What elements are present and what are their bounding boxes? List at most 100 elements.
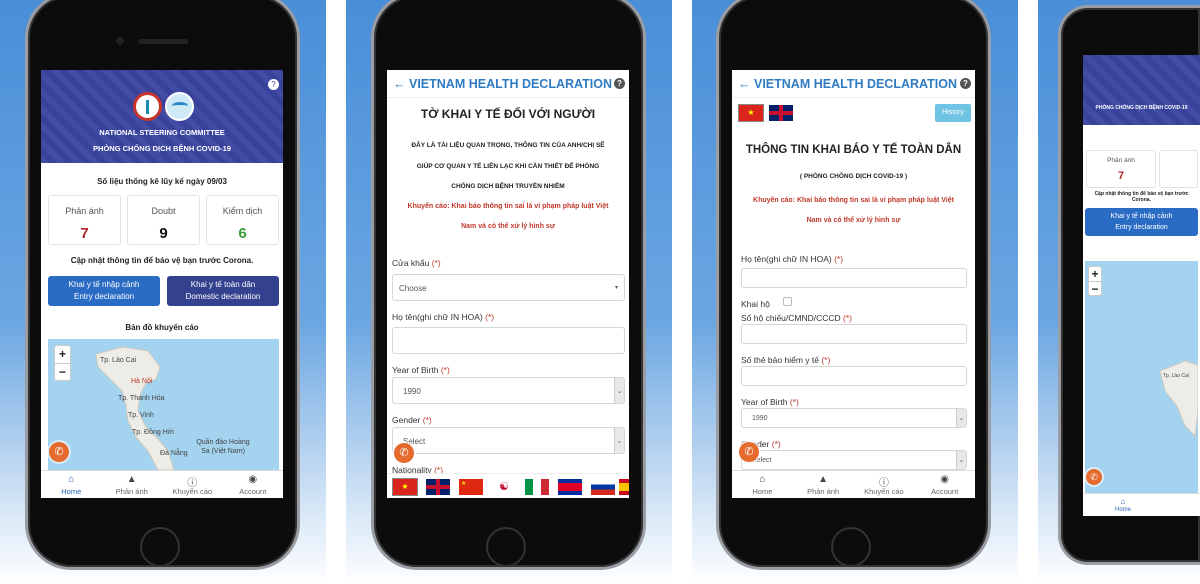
committee-logo (165, 92, 194, 121)
zoom-in-button[interactable]: + (1089, 267, 1101, 281)
name-input[interactable] (741, 268, 967, 288)
user-circle-icon: ◉ (248, 474, 258, 485)
yob-label: Year of Birth (*) (741, 397, 799, 407)
camera (116, 37, 124, 45)
user-circle-icon: ◉ (940, 474, 949, 485)
gender-select[interactable]: Select ⌄ (741, 450, 967, 470)
tab-home[interactable]: ⌂ Home (41, 471, 102, 498)
stat-doubt (1159, 150, 1198, 188)
entry-declaration-button[interactable]: Khai y tế nhập cảnh Entry declaration (48, 276, 160, 306)
gender-label: Gender (*) (392, 415, 432, 425)
border-gate-label: Cửa khẩu (*) (392, 258, 441, 268)
tab-home[interactable]: ⌂ Home (1083, 494, 1163, 516)
button-sublabel: Entry declaration (73, 292, 135, 301)
flag-italy[interactable] (525, 479, 549, 495)
help-icon[interactable]: ? (960, 78, 971, 89)
chevron-down-icon: ⌄ (614, 428, 624, 453)
legal-warning: Khuyến cáo: Khai báo thông tin sai là vi… (387, 197, 629, 237)
tab-account[interactable]: ◉ Account (223, 471, 284, 498)
tab-account[interactable]: ◉ Account (914, 471, 975, 498)
zoom-in-button[interactable]: + (55, 346, 70, 363)
tab-advisory[interactable]: ⓘ Khuyến cáo (854, 471, 915, 498)
stat-reports: Phản ánh 7 (1086, 150, 1156, 188)
warning-line: Khuyến cáo: Khai báo thông tin sai là vi… (753, 197, 954, 204)
bottom-tab-bar: ⌂ Home (1083, 493, 1200, 516)
bottom-tab-bar: ⌂ Home ▲ Phản ánh ⓘ Khuyến cáo ◉ Account (732, 470, 975, 498)
app-title: VIETNAM HEALTH DECLARATION (753, 77, 957, 91)
home-button[interactable] (486, 527, 526, 567)
map-label: Tp. Lào Cai (100, 357, 137, 364)
entry-declaration-button[interactable]: Khai y tế nhập cảnh Entry declaration (1085, 208, 1198, 236)
call-hotline-button[interactable]: ✆ (739, 442, 759, 462)
stat-label: Kiểm dịch (222, 206, 263, 216)
flag-cambodia[interactable] (558, 479, 582, 495)
flag-vietnam[interactable]: ★ (738, 104, 764, 122)
tab-label: Khuyến cáo (172, 487, 213, 496)
home-screen-2: PHÒNG CHỐNG DỊCH BỆNH COVID-19 Phản ánh 7… (1083, 55, 1200, 516)
button-label: Khai y tế nhập cảnh (1110, 213, 1173, 220)
warning-line: Nam và có thể xử lý hình sự (806, 217, 901, 224)
zoom-out-button[interactable]: − (55, 363, 70, 380)
map-title: Bản đồ khuyến cáo (125, 323, 199, 332)
call-hotline-button[interactable]: ✆ (49, 442, 69, 462)
info-icon: ⓘ (878, 478, 889, 489)
home-button[interactable] (140, 527, 180, 567)
insurance-input[interactable] (741, 366, 967, 386)
name-label: Họ tên(ghi chữ IN HOA) (*) (392, 312, 495, 322)
yob-select[interactable]: 1990 ⌄ (741, 408, 967, 428)
flag-uk[interactable] (426, 479, 450, 495)
yob-label: Year of Birth (*) (392, 365, 450, 375)
help-icon[interactable]: ? (268, 79, 279, 90)
speaker (138, 39, 188, 44)
home-button[interactable] (831, 527, 871, 567)
stats-title: Số liệu thống kê lũy kế ngày 09/03 (97, 177, 227, 186)
warning-line: Khuyến cáo: Khai báo thông tin sai là vi… (407, 203, 609, 210)
tab-label: Home (61, 487, 82, 496)
call-hotline-button[interactable]: ✆ (394, 443, 414, 463)
tab-label: Account (931, 487, 959, 496)
flag-korea[interactable]: ☯ (492, 479, 516, 495)
chevron-down-icon: ▾ (614, 285, 618, 291)
gender-select[interactable]: Select ⌄ (392, 427, 625, 454)
entry-declaration-screen: ← VIETNAM HEALTH DECLARATION? TỜ KHAI Y … (387, 70, 629, 498)
notice-line: ĐÂY LÀ TÀI LIỆU QUAN TRỌNG, THÔNG TIN CỦ… (411, 142, 605, 149)
back-arrow-icon[interactable]: ← (738, 77, 754, 91)
proxy-checkbox[interactable] (783, 297, 792, 306)
tab-reports[interactable]: ▲ Phản ánh (102, 471, 163, 498)
button-sublabel: Domestic declaration (185, 292, 261, 301)
history-button[interactable]: History (935, 104, 971, 122)
flag-russia[interactable] (591, 479, 615, 495)
map-label: Quần đảo Hoàng Sa (Việt Nam) (196, 439, 250, 455)
map-label: Tp. Lào Cai (1163, 373, 1189, 379)
chevron-down-icon: ⌄ (956, 451, 966, 469)
tab-label: Home (752, 487, 773, 496)
flag-spain[interactable] (619, 479, 629, 495)
flag-china[interactable]: ★ (459, 479, 483, 495)
ministry-logo (133, 92, 162, 121)
advisory-map[interactable]: + − Tp. Lào Cai Hà Nội Tp. Thanh Hóa Tp. … (48, 339, 279, 470)
stat-doubt: Doubt 9 (127, 195, 200, 245)
app-title: VIETNAM HEALTH DECLARATION (408, 77, 612, 91)
zoom-out-button[interactable]: − (1089, 281, 1101, 296)
help-icon[interactable]: ? (614, 78, 625, 89)
map-label: Tp. Thanh Hóa (118, 395, 165, 402)
map-label: Tp. Vinh (128, 412, 154, 419)
advisory-map[interactable]: + − Tp. Lào Cai (1085, 261, 1198, 493)
back-arrow-icon[interactable]: ← (393, 77, 409, 91)
border-gate-select[interactable]: Choose ▾ (392, 274, 625, 301)
name-input[interactable] (392, 327, 625, 354)
tab-label: Phản ánh (115, 487, 148, 496)
call-hotline-button[interactable]: ✆ (1086, 469, 1102, 485)
id-label: Số hộ chiếu/CMND/CCCD (*) (741, 313, 853, 323)
tab-advisory[interactable]: ⓘ Khuyến cáo (162, 471, 223, 498)
domestic-declaration-button[interactable]: Khai y tế toàn dân Domestic declaration (167, 276, 279, 306)
flag-vietnam[interactable]: ★ (392, 478, 418, 496)
flag-uk[interactable] (769, 105, 793, 121)
tab-reports[interactable]: ▲ Phản ánh (793, 471, 854, 498)
chevron-down-icon: ⌄ (614, 378, 624, 403)
select-value: Choose (399, 284, 427, 293)
id-input[interactable] (741, 324, 967, 344)
tab-home[interactable]: ⌂ Home (732, 471, 793, 498)
insurance-label: Số thẻ bảo hiểm y tế (*) (741, 355, 831, 365)
yob-select[interactable]: 1990 ⌄ (392, 377, 625, 404)
